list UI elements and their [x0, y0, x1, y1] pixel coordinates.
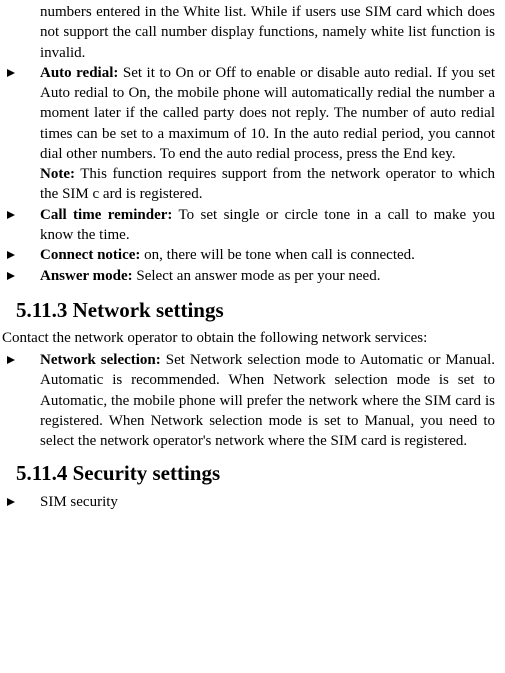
answer-mode-text: Select an answer mode as per your need.	[133, 268, 381, 284]
bullet-network-selection: Network selection: Set Network selection…	[2, 350, 495, 451]
connect-notice-text: on, there will be tone when call is conn…	[140, 247, 415, 263]
answer-mode-content: Answer mode: Select an answer mode as pe…	[40, 266, 495, 287]
connect-notice-label: Connect notice:	[40, 247, 140, 263]
note-block: Note: This function requires support fro…	[40, 164, 495, 205]
sim-security-content: SIM security	[40, 492, 495, 513]
network-intro: Contact the network operator to obtain t…	[2, 328, 495, 348]
heading-security-settings: 5.11.4 Security settings	[16, 459, 495, 487]
sim-security-text: SIM security	[40, 494, 118, 510]
bullet-call-time: Call time reminder: To set single or cir…	[2, 205, 495, 246]
answer-mode-label: Answer mode:	[40, 268, 133, 284]
continued-text: numbers entered in the White list. While…	[40, 2, 495, 63]
network-selection-label: Network selection:	[40, 352, 161, 368]
triangle-bullet-icon	[2, 266, 40, 287]
heading-network-settings: 5.11.3 Network settings	[16, 296, 495, 324]
triangle-bullet-icon	[2, 492, 40, 513]
auto-redial-content: Auto redial: Set it to On or Off to enab…	[40, 63, 495, 164]
bullet-sim-security: SIM security	[2, 492, 495, 513]
bullet-answer-mode: Answer mode: Select an answer mode as pe…	[2, 266, 495, 287]
connect-notice-content: Connect notice: on, there will be tone w…	[40, 245, 495, 266]
triangle-bullet-icon	[2, 205, 40, 246]
call-time-content: Call time reminder: To set single or cir…	[40, 205, 495, 246]
triangle-bullet-icon	[2, 63, 40, 164]
note-label: Note:	[40, 166, 75, 182]
auto-redial-label: Auto redial:	[40, 65, 118, 81]
bullet-connect-notice: Connect notice: on, there will be tone w…	[2, 245, 495, 266]
network-selection-content: Network selection: Set Network selection…	[40, 350, 495, 451]
call-time-label: Call time reminder:	[40, 207, 172, 223]
triangle-bullet-icon	[2, 245, 40, 266]
white-list-continued: numbers entered in the White list. While…	[40, 4, 495, 61]
triangle-bullet-icon	[2, 350, 40, 451]
bullet-auto-redial: Auto redial: Set it to On or Off to enab…	[2, 63, 495, 164]
note-text: This function requires support from the …	[40, 166, 495, 202]
